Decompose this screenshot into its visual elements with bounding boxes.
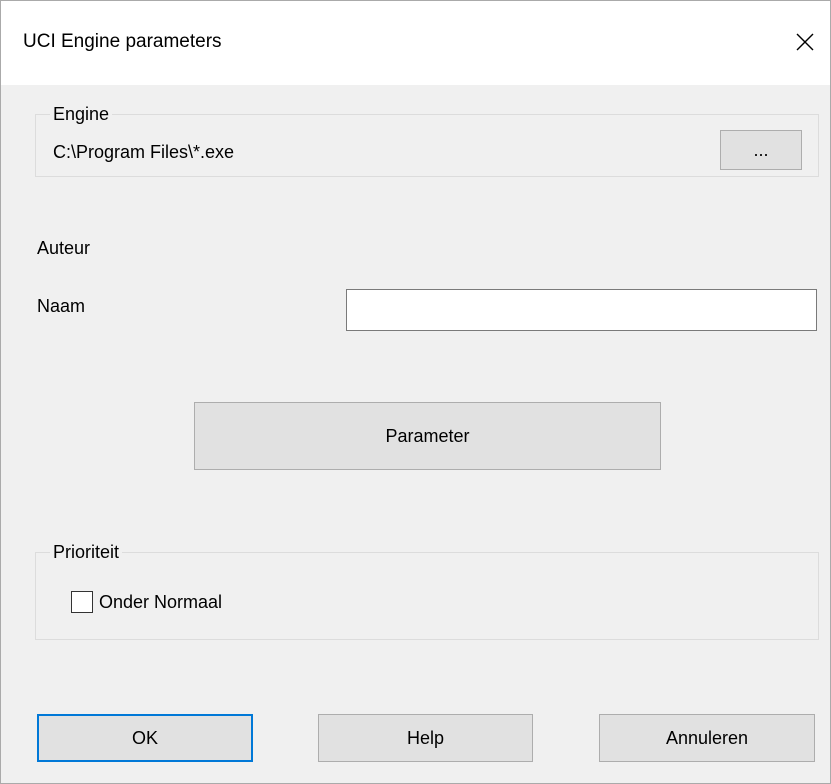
browse-engine-button[interactable]: ... xyxy=(720,130,802,170)
author-label: Auteur xyxy=(37,238,91,258)
below-normal-label[interactable]: Onder Normaal xyxy=(99,591,222,613)
window-title: UCI Engine parameters xyxy=(23,31,222,52)
close-button[interactable] xyxy=(784,21,826,63)
engine-group-legend: Engine xyxy=(50,103,113,125)
name-label: Naam xyxy=(37,296,86,316)
cancel-button[interactable]: Annuleren xyxy=(599,714,815,762)
below-normal-checkbox[interactable] xyxy=(71,591,93,613)
uci-engine-dialog: UCI Engine parameters Engine C:\Program … xyxy=(0,0,831,784)
title-bar: UCI Engine parameters xyxy=(1,1,830,85)
name-input[interactable] xyxy=(346,289,817,331)
engine-path: C:\Program Files\*.exe xyxy=(53,142,235,162)
priority-group-legend: Prioriteit xyxy=(50,541,123,563)
ok-button[interactable]: OK xyxy=(37,714,253,762)
close-icon xyxy=(796,33,814,51)
help-button[interactable]: Help xyxy=(318,714,533,762)
parameter-button[interactable]: Parameter xyxy=(194,402,661,470)
